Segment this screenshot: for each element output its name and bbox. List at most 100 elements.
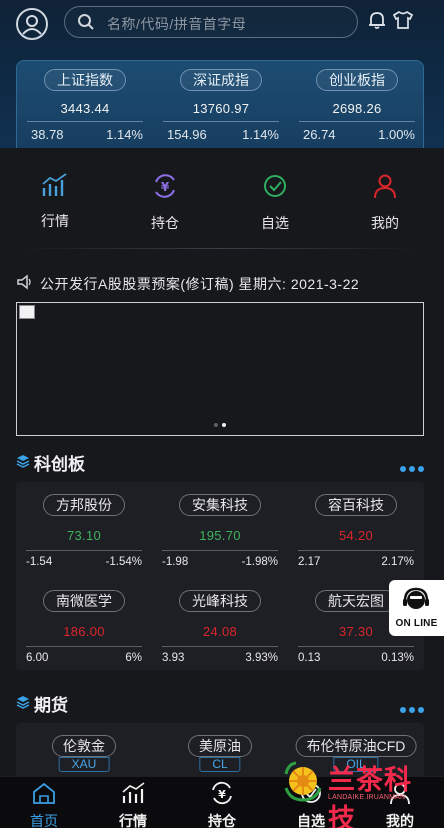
search-placeholder: 名称/代码/拼音首字母 [107, 16, 247, 32]
stock-pct: 2.17% [381, 556, 414, 568]
tab-home[interactable]: 首页 [0, 781, 88, 828]
stock-name: 光峰科技 [179, 590, 261, 612]
market-index-panel: 上证指数 3443.44 38.78 1.14% 深证成指 13760.97 1… [16, 60, 424, 150]
user-icon [22, 15, 42, 35]
divider [162, 550, 278, 551]
banner-carousel[interactable] [16, 302, 424, 436]
stock-pct: -1.98% [241, 556, 278, 568]
divider [298, 550, 414, 551]
divider [26, 646, 142, 647]
stock-change: 0.13 [298, 652, 321, 664]
tab-label: 持仓 [208, 813, 236, 828]
index-value: 13760.97 [192, 101, 250, 116]
index-pct: 1.00% [378, 127, 415, 142]
brand-watermark: 兰茶科技 LANDAIKE.IRUANMAN [282, 758, 432, 828]
index-change: 38.78 [31, 127, 64, 142]
search-icon [78, 14, 94, 30]
futures-code: XAU [58, 757, 110, 772]
stock-change: 2.17 [298, 556, 321, 568]
tab-label: 首页 [30, 813, 58, 828]
stock-price: 186.00 [63, 624, 105, 639]
svg-text:¥: ¥ [161, 180, 170, 194]
announcement-bar[interactable]: 公开发行A股股票预案(修订稿) 星期六: 2021-3-22 [16, 272, 424, 294]
index-card[interactable]: 创业板指 2698.26 26.74 1.00% [289, 61, 425, 151]
index-pct: 1.14% [242, 127, 279, 142]
watermark-subtitle: LANDAIKE.IRUANMAN [328, 794, 406, 801]
yuan-exchange-icon: ¥ [155, 174, 175, 198]
section-header-star-market: 科创板 [16, 450, 424, 474]
stock-change: -1.54 [26, 556, 53, 568]
stock-change: 6.00 [26, 652, 49, 664]
more-icon[interactable] [397, 459, 424, 477]
tab-label: 行情 [119, 813, 147, 828]
more-icon[interactable] [397, 700, 424, 718]
divider [27, 121, 143, 122]
avatar[interactable] [16, 8, 48, 40]
carousel-dot-active[interactable] [222, 423, 226, 427]
watermark-title: 兰茶科技 [328, 765, 412, 828]
quick-nav-watchlist[interactable]: 自选 [235, 172, 315, 233]
index-card[interactable]: 深证成指 13760.97 154.96 1.14% [153, 61, 289, 151]
futures-code: CL [199, 757, 241, 772]
yuan-exchange-icon: ¥ [212, 781, 232, 805]
quick-nav-label: 我的 [371, 215, 399, 231]
divider [26, 550, 142, 551]
index-name: 深证成指 [180, 69, 262, 91]
index-value: 2698.26 [332, 101, 382, 116]
stock-pct: 0.13% [381, 652, 414, 664]
stock-name: 南微医学 [43, 590, 125, 612]
divider [162, 646, 278, 647]
layers-icon [16, 696, 30, 709]
skin-theme-icon[interactable] [392, 10, 414, 30]
stock-pct: 3.93% [245, 652, 278, 664]
section-title: 期货 [34, 696, 68, 715]
broken-image-icon [19, 305, 35, 319]
announcement-text: 公开发行A股股票预案(修订稿) 星期六: 2021-3-22 [40, 276, 360, 292]
index-name: 创业板指 [316, 69, 398, 91]
headset-icon [403, 587, 429, 609]
stock-price: 54.20 [338, 528, 374, 543]
stock-name: 方邦股份 [43, 494, 125, 516]
check-circle-icon [264, 175, 286, 197]
tab-market[interactable]: 行情 [89, 781, 177, 828]
tab-holdings[interactable]: ¥ 持仓 [178, 781, 266, 828]
futures-name: 布伦特原油CFD [295, 735, 417, 757]
chart-icon [42, 173, 67, 196]
carousel-dot[interactable] [214, 423, 218, 427]
bell-icon[interactable] [368, 10, 386, 30]
divider [298, 646, 414, 647]
index-card[interactable]: 上证指数 3443.44 38.78 1.14% [17, 61, 153, 151]
index-change: 154.96 [167, 127, 207, 142]
quick-nav: 行情 ¥ 持仓 自选 我的 [0, 148, 444, 248]
stock-name: 安集科技 [179, 494, 261, 516]
top-header: 名称/代码/拼音首字母 上证指数 3443.44 38.78 1.14% 深证成… [0, 0, 444, 150]
star-market-card: 方邦股份 73.10 -1.54 -1.54% 安集科技 195.70 -1.9… [16, 482, 424, 670]
online-service-button[interactable]: ON LINE [389, 580, 444, 636]
person-icon [374, 174, 396, 199]
stock-price: 24.08 [202, 624, 238, 639]
index-value: 3443.44 [60, 101, 110, 116]
stock-name: 航天宏图 [315, 590, 397, 612]
section-title: 科创板 [34, 455, 85, 474]
quick-nav-mine[interactable]: 我的 [345, 172, 425, 233]
svg-text:¥: ¥ [218, 788, 226, 801]
stock-pct: 6% [125, 652, 142, 664]
online-label: ON LINE [395, 618, 438, 629]
futures-name: 伦敦金 [52, 735, 116, 757]
layers-icon [16, 455, 30, 468]
watermark-logo-icon [284, 761, 322, 802]
quick-nav-label: 持仓 [151, 215, 179, 231]
quick-nav-holdings[interactable]: ¥ 持仓 [125, 172, 205, 233]
quick-nav-market[interactable]: 行情 [15, 172, 95, 231]
stock-price: 73.10 [66, 528, 102, 543]
chart-icon [122, 782, 145, 803]
stock-change: 3.93 [162, 652, 185, 664]
divider [163, 121, 279, 122]
index-name: 上证指数 [44, 69, 126, 91]
index-pct: 1.14% [106, 127, 143, 142]
stock-name: 容百科技 [315, 494, 397, 516]
speaker-icon [17, 274, 31, 290]
divider [299, 121, 415, 122]
home-icon [33, 782, 55, 804]
search-bar[interactable]: 名称/代码/拼音首字母 [64, 6, 358, 38]
